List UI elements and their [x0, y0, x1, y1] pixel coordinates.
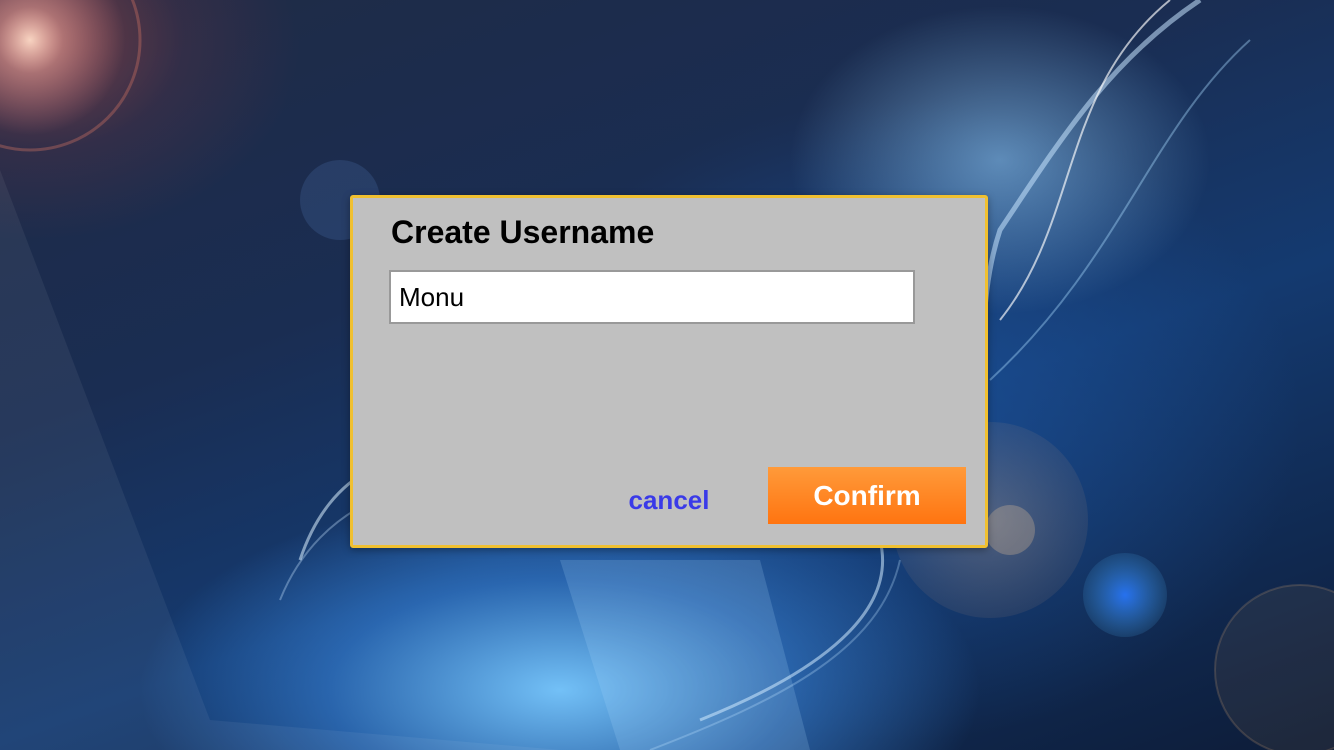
- dialog-title: Create Username: [391, 214, 655, 250]
- confirm-button[interactable]: Confirm: [768, 467, 966, 524]
- create-username-dialog: Create Username cancel Confirm: [350, 195, 988, 548]
- cancel-button[interactable]: cancel: [609, 478, 729, 522]
- username-input[interactable]: [389, 270, 915, 324]
